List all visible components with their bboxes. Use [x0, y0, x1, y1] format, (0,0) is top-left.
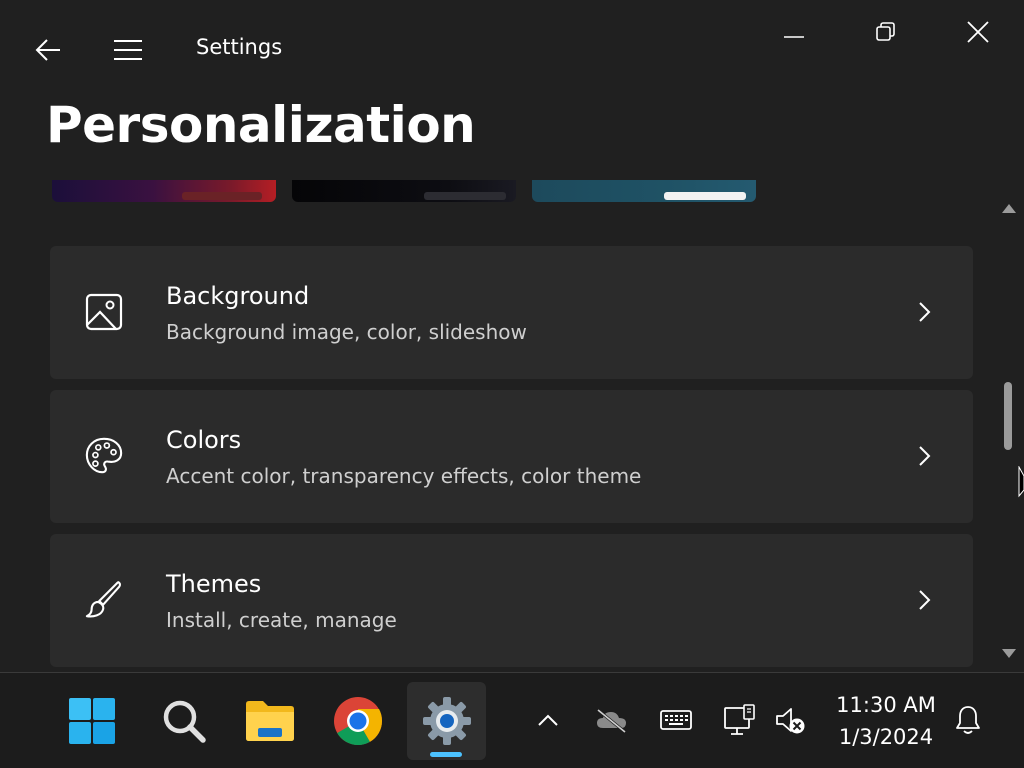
card-subtitle: Install, create, manage	[166, 608, 397, 632]
file-explorer-button[interactable]	[240, 693, 300, 749]
minimize-button[interactable]	[766, 14, 822, 50]
clock-time: 11:30 AM	[836, 693, 936, 717]
settings-window: Settings Personalization Background Back…	[0, 0, 1024, 672]
scrollbar-thumb[interactable]	[1004, 382, 1012, 450]
show-hidden-icons-button[interactable]	[528, 695, 568, 745]
back-button[interactable]	[28, 30, 68, 70]
vertical-scrollbar[interactable]	[998, 196, 1020, 666]
restore-button[interactable]	[858, 14, 914, 50]
restore-icon	[876, 22, 895, 41]
page-title: Personalization	[46, 96, 476, 154]
scroll-up-icon[interactable]	[1001, 200, 1017, 219]
network-ethernet-icon	[724, 704, 755, 735]
hamburger-icon	[114, 40, 142, 60]
app-title: Settings	[196, 35, 283, 59]
theme-thumbnail[interactable]	[52, 180, 276, 202]
network-tray-button[interactable]	[720, 695, 760, 745]
keyboard-icon	[660, 710, 692, 730]
close-icon	[967, 21, 989, 43]
search-icon	[163, 700, 206, 743]
volume-muted-icon	[776, 708, 805, 734]
chevron-right-icon	[912, 300, 936, 324]
scroll-down-icon[interactable]	[1001, 646, 1017, 665]
card-subtitle: Accent color, transparency effects, colo…	[166, 464, 642, 488]
background-setting-card[interactable]: Background Background image, color, slid…	[50, 246, 973, 379]
themes-setting-card[interactable]: Themes Install, create, manage	[50, 534, 973, 667]
card-title: Background	[166, 282, 310, 310]
windows-start-icon	[69, 698, 115, 744]
theme-thumbnail[interactable]	[532, 180, 756, 202]
navigation-menu-button[interactable]	[108, 30, 148, 70]
card-title: Colors	[166, 426, 242, 454]
palette-icon	[84, 436, 124, 476]
theme-thumbnails	[0, 180, 990, 204]
notifications-button[interactable]	[948, 695, 988, 745]
theme-thumbnail[interactable]	[292, 180, 516, 202]
chevron-right-icon	[912, 588, 936, 612]
chevron-right-icon	[912, 444, 936, 468]
brush-icon	[84, 580, 124, 620]
clock-date: 1/3/2024	[838, 725, 934, 749]
onedrive-tray-button[interactable]	[592, 695, 632, 745]
close-button[interactable]	[950, 14, 1006, 50]
bell-icon	[956, 706, 980, 734]
colors-setting-card[interactable]: Colors Accent color, transparency effect…	[50, 390, 973, 523]
active-app-indicator	[430, 752, 462, 757]
mouse-cursor-icon	[1018, 465, 1024, 498]
settings-gear-icon	[422, 697, 471, 745]
file-explorer-icon	[246, 701, 294, 741]
title-bar: Settings	[0, 0, 1024, 96]
minimize-icon	[784, 36, 804, 38]
chevron-up-icon	[538, 714, 558, 726]
start-button[interactable]	[62, 693, 122, 749]
touch-keyboard-button[interactable]	[656, 695, 696, 745]
system-clock[interactable]: 11:30 AM 1/3/2024	[826, 689, 946, 753]
chrome-icon	[334, 697, 383, 746]
settings-taskbar-button[interactable]	[407, 682, 486, 760]
onedrive-offline-icon	[597, 708, 626, 733]
taskbar: 11:30 AM 1/3/2024	[0, 672, 1024, 768]
volume-tray-button[interactable]	[770, 695, 810, 745]
card-title: Themes	[166, 570, 262, 598]
search-button[interactable]	[154, 693, 214, 749]
image-icon	[84, 292, 124, 332]
back-arrow-icon	[35, 39, 60, 61]
chrome-button[interactable]	[328, 693, 388, 749]
card-subtitle: Background image, color, slideshow	[166, 320, 527, 344]
